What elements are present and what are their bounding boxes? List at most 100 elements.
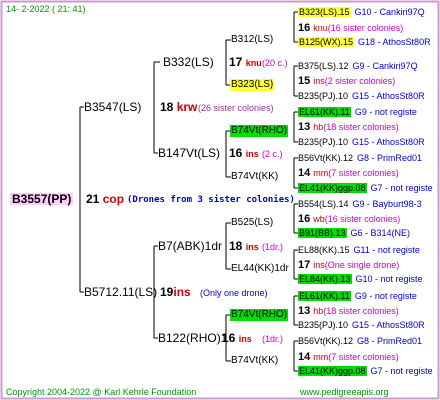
annot-18a-note: (26 sister colonies) [198,103,274,113]
leaf-reference: G11 - not registe [353,245,420,255]
leaf-reference: G9 - Bayburt98-3 [352,199,422,209]
node-b122rho[interactable]: B122(RHO)1 [158,332,227,344]
leaf-row[interactable]: EL41(KK)ggp.08 G7 - not registe [298,182,433,194]
annot-17-note: (20 c.) [262,58,288,68]
leaf-reference: G8 - PrimRed01 [357,336,423,346]
leaf-reference: G8 - PrimRed01 [357,153,423,163]
leaf-row[interactable]: EL41(KK)ggp.08 G7 - not registe [298,365,433,377]
root-queen-label: B3557(PP) [12,192,72,206]
annot-16-word: ins [245,149,259,159]
leaf-row[interactable]: EL61(KK).11 G9 - not registe [298,290,417,302]
leaf-row[interactable]: B235(PJ).10 G15 - AthosSt80R [298,319,425,331]
node-b7abk[interactable]: B7(ABK)1dr [158,240,222,252]
leaf-code: B91(BB).13 [298,228,347,238]
root-generation: 21 cop [86,193,124,205]
leaf-code: EL84(KK).13 [298,274,352,284]
leaf-row[interactable]: B235(PJ).10 G15 - AthosSt80R [298,90,425,102]
leaf-code: B235(PJ).10 [298,91,349,101]
leaf-reference: G7 - not registe [370,183,433,193]
node-b147vt[interactable]: B147Vt(LS) [158,147,220,159]
node-el44[interactable]: EL44(KK)1dr [231,263,289,275]
leaf-generation: 13 [298,121,311,133]
copyright-text: Copyright 2004-2022 @ Karl Kehrle Founda… [6,387,197,397]
leaf-row[interactable]: EL88(KK).15 G11 - not registe [298,244,420,256]
leaf-row[interactable]: 14 mm(7 sister colonies) [298,351,399,363]
leaf-generation: 14 [298,167,311,179]
leaf-row[interactable]: 17 ins(One single drone) [298,259,399,271]
root-gen-word: cop [102,192,125,206]
leaf-row[interactable]: 13 hb(18 sister colonies) [298,305,399,317]
leaf-note: (18 sister colonies) [323,122,399,132]
leaf-note: (2 sister colonies) [324,76,396,86]
annot-17-num: 17 [229,55,243,69]
leaf-generation: 15 [298,75,311,87]
leaf-row[interactable]: 14 mm(7 sister colonies) [298,167,399,179]
node-b3547[interactable]: B3547(LS) [84,101,141,113]
node-b312[interactable]: B312(LS) [231,34,273,46]
leaf-breeder: mm [313,168,329,178]
leaf-row[interactable]: B323(LS).15 G10 - Cankiri97Q [298,6,425,18]
leaf-row[interactable]: B56Vt(KK).12 G8 - PrimRed01 [298,335,422,347]
annot-19-word: ins [173,285,191,299]
leaf-reference: G9 - not registe [354,291,417,301]
leaf-code: B235(PJ).10 [298,320,349,330]
leaf-row[interactable]: EL61(KK).11 G9 - not registe [298,106,417,118]
leaf-code: B375(LS).12 [298,61,349,71]
annot-19-num: 19 [160,285,174,299]
annot-16b-num: 16 [222,331,236,345]
leaf-row[interactable]: 16 knu(16 sister colonies) [298,22,403,34]
leaf-note: (7 sister colonies) [328,352,399,362]
leaf-code: EL61(KK).11 [298,291,351,301]
annot-16b-word: ins [238,334,252,344]
leaf-code: EL88(KK).15 [298,245,350,255]
node-b74vt-kk-2[interactable]: B74Vt(KK) [231,355,278,367]
node-b332[interactable]: B332(LS) [163,56,214,68]
leaf-reference: G15 - AthosSt80R [352,137,425,147]
leaf-breeder: wb [313,214,325,224]
leaf-row[interactable]: B375(LS).12 G9 - Cankiri97Q [298,60,418,72]
leaf-breeder: ins [313,76,325,86]
leaf-row[interactable]: 16 wb(16 sister colonies) [298,213,400,225]
leaf-code: B323(LS).15 [298,7,351,17]
leaf-reference: G10 - Cankiri97Q [354,7,425,17]
leaf-reference: G7 - not registe [370,366,433,376]
leaf-generation: 16 [298,213,311,225]
leaf-generation: 13 [298,305,311,317]
node-b5712[interactable]: B5712.11(LS) [84,286,157,298]
annot-18b: 18 ins [229,240,259,253]
leaf-row[interactable]: EL84(KK).13 G10 - not registe [298,273,423,285]
leaf-row[interactable]: 15 ins(2 sister colonies) [298,75,395,87]
leaf-reference: G18 - AthosSt80R [358,37,431,47]
leaf-row[interactable]: B554(LS).14 G9 - Bayburt98-3 [298,198,422,210]
leaf-breeder: hb [313,306,324,316]
node-b525[interactable]: B525(LS) [231,217,273,229]
annot-19: 19ins [160,286,191,298]
leaf-row[interactable]: 13 hb(18 sister colonies) [298,121,399,133]
annot-16b: 16 ins [222,332,252,345]
leaf-reference: G9 - Cankiri97Q [352,61,418,71]
root-queen[interactable]: B3557(PP) [10,192,74,206]
root-note: (Drones from 3 sister colonies) [127,195,295,205]
annot-18b-word: ins [245,242,259,252]
leaf-reference: G10 - not registe [355,274,423,284]
leaf-breeder: mm [313,352,329,362]
site-link[interactable]: www.pedigreeapis.org [300,386,389,398]
leaf-row[interactable]: B125(WX).15 G18 - AthosSt80R [298,36,431,48]
node-b74vt-rho-2[interactable]: B74Vt(RHO) [230,309,289,321]
node-b323[interactable]: B323(LS) [230,79,275,91]
leaf-row[interactable]: B235(PJ).10 G15 - AthosSt80R [298,136,425,148]
annot-18a-word: krw [176,100,198,114]
leaf-reference: G15 - AthosSt80R [352,91,425,101]
leaf-breeder: hb [313,122,324,132]
leaf-breeder: knu [313,23,328,33]
leaf-note: (One single drone) [324,260,400,270]
node-b74vt-rho[interactable]: B74Vt(RHO) [230,125,289,137]
leaf-row[interactable]: B56Vt(KK).12 G8 - PrimRed01 [298,152,422,164]
leaf-row[interactable]: B91(BB).13 G6 - B314(NE) [298,227,410,239]
node-b74vt-kk[interactable]: B74Vt(KK) [231,171,278,183]
leaf-note: (18 sister colonies) [323,306,399,316]
leaf-reference: G9 - not registe [354,107,417,117]
leaf-code: EL41(KK)ggp.08 [298,366,367,376]
leaf-generation: 14 [298,351,311,363]
leaf-code: B125(WX).15 [298,37,355,47]
